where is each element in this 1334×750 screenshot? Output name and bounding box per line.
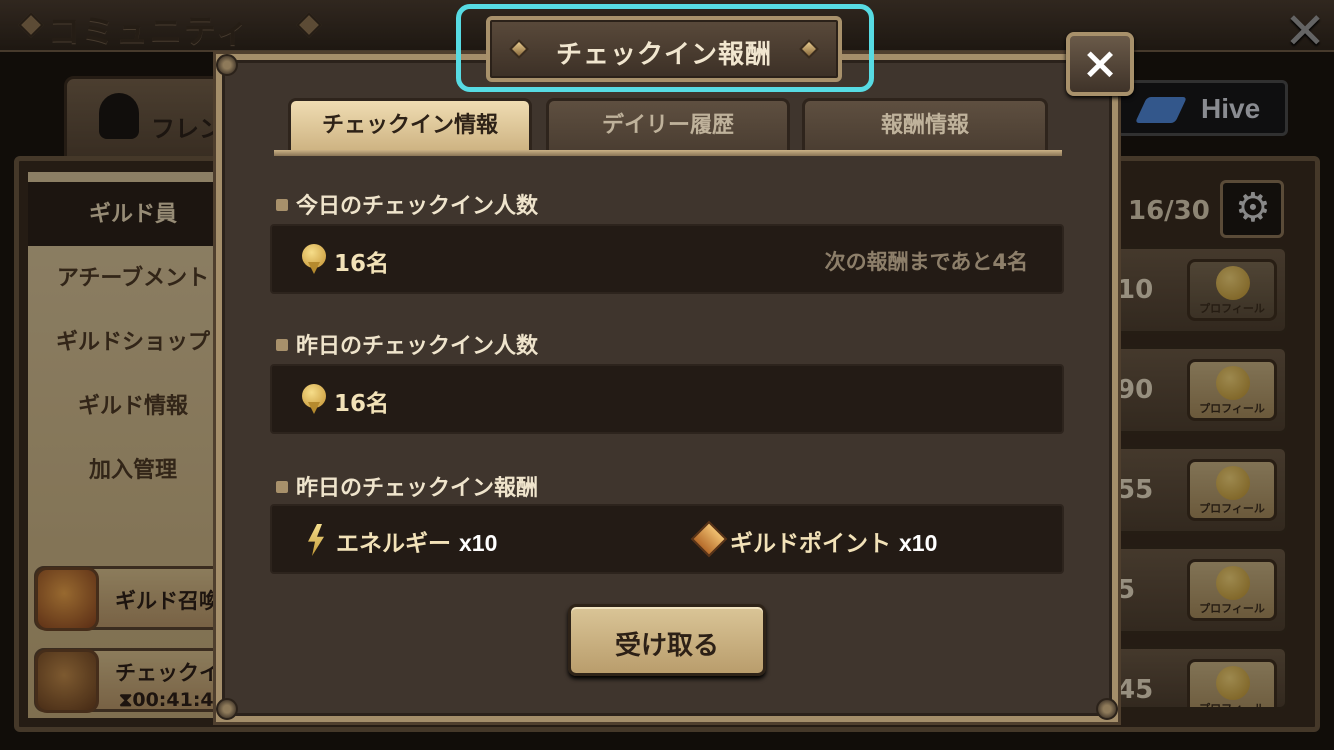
corner-stud-icon (1096, 698, 1118, 720)
dialog-close-button[interactable]: × (1066, 32, 1134, 96)
receive-button[interactable]: 受け取る (568, 604, 766, 676)
tab-underline (274, 150, 1062, 156)
dialog-title: チェックイン報酬 (555, 40, 772, 70)
tab-checkin-info[interactable]: チェックイン情報 (288, 98, 532, 152)
dialog-title-plaque: チェックイン報酬 (486, 16, 842, 82)
today-checkin-count: 16名 (334, 251, 390, 277)
today-checkin-label: 今日のチェックイン人数 (276, 188, 538, 220)
tab-reward-info[interactable]: 報酬情報 (802, 98, 1048, 152)
corner-stud-icon (216, 698, 238, 720)
energy-reward-name: エネルギー (336, 531, 451, 557)
guild-point-reward-name: ギルドポイント (730, 531, 891, 557)
energy-reward: エネルギー x10 (336, 524, 497, 558)
energy-reward-amount: x10 (459, 530, 498, 556)
yesterday-checkin-label: 昨日のチェックイン人数 (276, 328, 538, 360)
guild-point-icon (690, 520, 728, 558)
yesterday-checkin-count: 16名 (334, 391, 390, 417)
receive-button-label: 受け取る (614, 631, 719, 661)
close-icon: × (1081, 38, 1119, 89)
yesterday-reward-label: 昨日のチェックイン報酬 (276, 470, 538, 502)
corner-stud-icon (216, 54, 238, 76)
tab-daily-history[interactable]: デイリー履歴 (546, 98, 790, 152)
guild-point-reward-amount: x10 (899, 530, 938, 556)
next-reward-text: 次の報酬まであと4名 (824, 250, 1028, 274)
medal-icon (302, 384, 326, 414)
yesterday-checkin-row: 16名 (270, 364, 1064, 434)
energy-icon (308, 524, 324, 556)
yesterday-reward-row: エネルギー x10 ギルドポイント x10 (270, 504, 1064, 574)
medal-icon (302, 244, 326, 274)
today-checkin-row: 16名 次の報酬まであと4名 (270, 224, 1064, 294)
guild-point-reward: ギルドポイント x10 (730, 524, 937, 558)
